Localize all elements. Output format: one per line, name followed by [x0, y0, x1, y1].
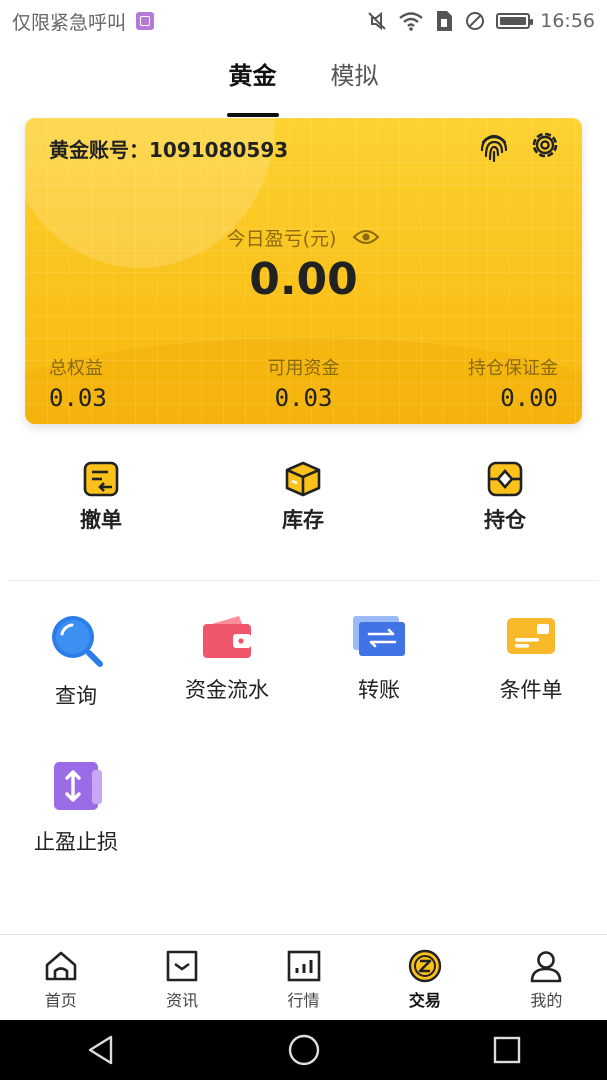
stop-profit-loss-icon — [6, 758, 146, 814]
wifi-icon — [398, 11, 424, 31]
account-number: 黄金账号：1091080593 — [49, 138, 289, 162]
system-navigation-bar — [0, 1020, 607, 1080]
nav-profile[interactable]: 我的 — [486, 935, 607, 1021]
query-button[interactable]: 查询 — [6, 612, 146, 710]
position-icon — [445, 460, 565, 498]
fingerprint-icon[interactable] — [476, 128, 512, 164]
status-bar: 仅限紧急呼叫 16:56 — [0, 0, 607, 42]
position-margin-value: 0.00 — [500, 384, 558, 412]
position-button[interactable]: 持仓 — [445, 460, 565, 534]
trade-icon — [364, 949, 485, 983]
search-icon — [6, 612, 146, 668]
section-divider — [8, 580, 599, 581]
bottom-navigation: 首页 资讯 行情 交易 我的 — [0, 934, 607, 1021]
cancel-order-icon — [41, 460, 161, 498]
position-margin: 持仓保证金 0.00 — [468, 358, 558, 412]
transfer-button[interactable]: 转账 — [309, 612, 449, 704]
status-time: 16:56 — [540, 10, 595, 32]
image-notification-icon — [136, 12, 155, 30]
back-icon[interactable] — [86, 1034, 116, 1066]
inventory-box-icon — [243, 460, 363, 498]
home-circle-icon[interactable] — [287, 1033, 321, 1067]
quick-actions: 撤单 库存 持仓 — [0, 460, 607, 540]
home-icon — [0, 949, 121, 983]
nav-news[interactable]: 资讯 — [121, 935, 242, 1021]
battery-icon — [496, 13, 534, 29]
today-pnl-value: 0.00 — [249, 254, 358, 305]
news-icon — [121, 949, 242, 983]
gold-account-card: 黄金账号：1091080593 今日盈亏(元) 0.00 总权益 0.03 可用… — [25, 118, 582, 424]
inventory-button[interactable]: 库存 — [243, 460, 363, 534]
profile-icon — [486, 949, 607, 983]
settings-gear-icon[interactable] — [528, 128, 562, 164]
eye-icon[interactable] — [352, 228, 380, 251]
card-icon — [461, 612, 601, 662]
tab-gold[interactable]: 黄金 — [226, 56, 279, 117]
fund-flow-button[interactable]: 资金流水 — [157, 612, 297, 704]
do-not-disturb-icon — [464, 10, 486, 32]
today-pnl-label: 今日盈亏(元) — [25, 224, 582, 251]
recents-square-icon[interactable] — [492, 1035, 522, 1065]
market-chart-icon — [243, 949, 364, 983]
transfer-icon — [309, 612, 449, 662]
nav-market[interactable]: 行情 — [243, 935, 364, 1021]
carrier-text: 仅限紧急呼叫 — [12, 11, 127, 34]
nav-home[interactable]: 首页 — [0, 935, 121, 1021]
stop-profit-loss-button[interactable]: 止盈止损 — [6, 758, 146, 856]
tab-simulated[interactable]: 模拟 — [329, 56, 381, 108]
wallet-icon — [157, 612, 297, 662]
account-type-tabs: 黄金 模拟 — [0, 56, 607, 117]
mute-icon — [366, 10, 388, 32]
sim-icon — [434, 9, 454, 33]
nav-trade[interactable]: 交易 — [364, 935, 485, 1021]
conditional-order-button[interactable]: 条件单 — [461, 612, 601, 704]
cancel-order-button[interactable]: 撤单 — [41, 460, 161, 534]
